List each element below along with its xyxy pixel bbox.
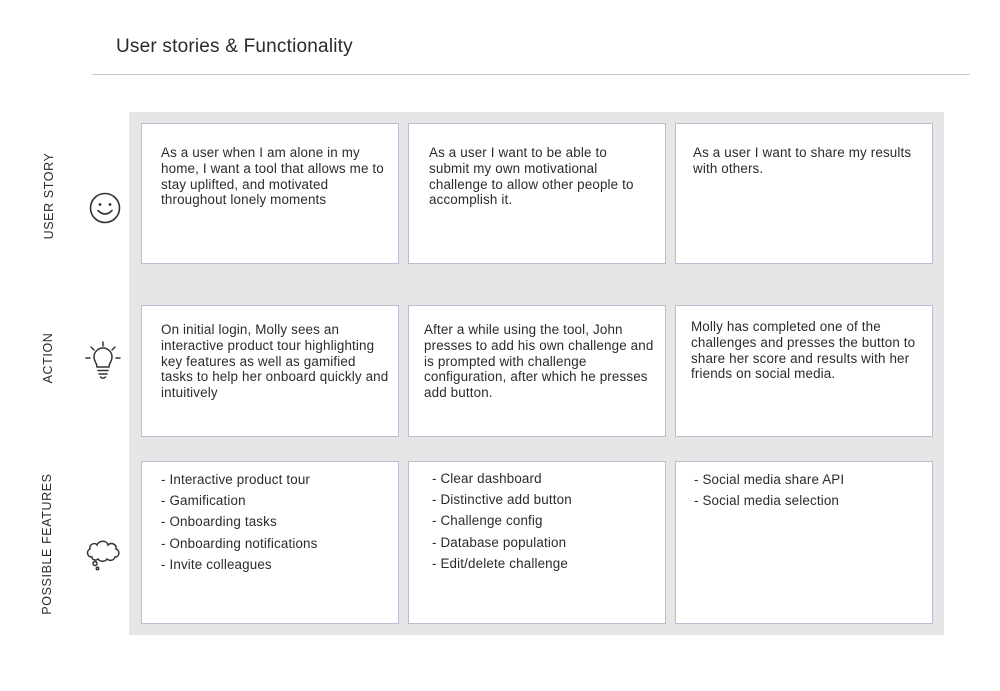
list-item: - Database population <box>432 534 567 550</box>
action-card: After a while using the tool, John press… <box>408 305 666 437</box>
features-list: - Social media share API - Social media … <box>694 472 844 514</box>
header-divider <box>92 74 970 75</box>
user-story-text: As a user I want to share my results wit… <box>693 145 912 176</box>
list-item: - Gamification <box>161 493 246 509</box>
action-text: On initial login, Molly sees an interact… <box>161 322 389 401</box>
user-story-card: As a user I want to share my results wit… <box>675 123 933 264</box>
list-item: - Edit/delete challenge <box>432 555 568 571</box>
features-card: - Interactive product tour - Gamificatio… <box>141 461 399 624</box>
features-card: - Clear dashboard - Distinctive add butt… <box>408 461 666 624</box>
list-item: - Invite colleagues <box>161 556 272 572</box>
list-item: - Onboarding notifications <box>161 535 318 551</box>
page-title: User stories & Functionality <box>116 36 353 57</box>
user-story-card: As a user when I am alone in my home, I … <box>141 123 399 264</box>
list-item: - Distinctive add button <box>432 492 572 508</box>
list-item: - Social media selection <box>694 493 840 509</box>
row-label-possible-features: POSSIBLE FEATURES <box>40 473 54 615</box>
features-list: - Clear dashboard - Distinctive add butt… <box>432 471 572 577</box>
user-story-text: As a user I want to be able to submit my… <box>429 145 634 208</box>
list-item: - Clear dashboard <box>432 471 542 486</box>
list-item: - Interactive product tour <box>161 472 311 487</box>
features-list: - Interactive product tour - Gamificatio… <box>161 472 318 578</box>
lightbulb-icon <box>85 340 121 387</box>
smiley-face-icon <box>88 191 122 230</box>
action-text: Molly has completed one of the challenge… <box>691 319 916 382</box>
user-story-card: As a user I want to be able to submit my… <box>408 123 666 264</box>
list-item: - Social media share API <box>694 472 845 487</box>
features-card: - Social media share API - Social media … <box>675 461 933 624</box>
thought-cloud-icon <box>85 538 121 577</box>
action-card: Molly has completed one of the challenge… <box>675 305 933 437</box>
action-text: After a while using the tool, John press… <box>424 322 654 401</box>
list-item: - Challenge config <box>432 513 543 529</box>
list-item: - Onboarding tasks <box>161 514 277 530</box>
action-card: On initial login, Molly sees an interact… <box>141 305 399 437</box>
user-story-text: As a user when I am alone in my home, I … <box>161 145 384 208</box>
